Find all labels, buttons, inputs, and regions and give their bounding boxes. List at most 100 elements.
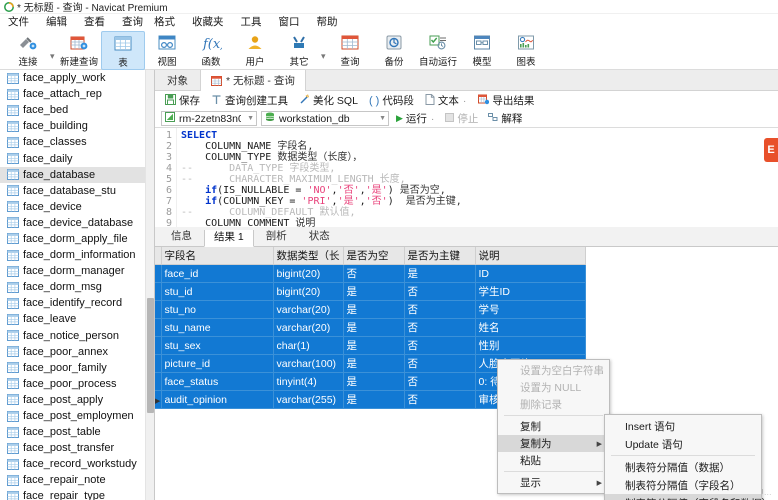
context-menu-item[interactable]: Insert 语句: [605, 417, 761, 435]
explain-button[interactable]: 解释: [485, 111, 525, 126]
grid-cell[interactable]: varchar(100): [273, 354, 344, 373]
menu-query[interactable]: 查询: [122, 14, 152, 29]
menu-favorites[interactable]: 收藏夹: [192, 14, 233, 29]
context-menu-item[interactable]: 制表符分隔值（数据）: [605, 458, 761, 476]
grid-cell[interactable]: varchar(255): [273, 390, 344, 409]
grid-col-field-name[interactable]: 字段名: [161, 247, 274, 265]
copy-as-submenu[interactable]: Insert 语句 Update 语句制表符分隔值（数据） 制表符分隔值（字段名） 制…: [604, 414, 772, 500]
grid-cell[interactable]: 学生ID: [475, 282, 586, 301]
toolbar-user[interactable]: 用户: [233, 31, 277, 68]
table-list-item[interactable]: face_poor_process: [0, 376, 154, 392]
grid-cell[interactable]: 否: [404, 336, 476, 355]
editor-grid-splitter[interactable]: [155, 227, 778, 230]
tab-objects[interactable]: 对象: [155, 70, 200, 90]
grid-cell[interactable]: 否: [404, 300, 476, 319]
table-list-item[interactable]: face_dorm_apply_file: [0, 231, 154, 247]
table-list[interactable]: face_apply_work face_attach_rep face_bed fa…: [0, 70, 154, 500]
table-row[interactable]: stu_no varchar(20) 是否学号: [155, 300, 586, 319]
toolbar-chart[interactable]: 图表: [504, 31, 548, 68]
table-list-item[interactable]: face_database: [0, 166, 154, 183]
grid-col-primary-key[interactable]: 是否为主键: [404, 247, 476, 265]
context-menu-item[interactable]: 显示 ▶: [498, 474, 609, 491]
grid-cell[interactable]: 是: [343, 318, 405, 337]
table-list-item[interactable]: face_record_workstudy: [0, 456, 154, 472]
query-builder-button[interactable]: 查询创建工具: [207, 93, 292, 108]
table-list-item[interactable]: face_classes: [0, 134, 154, 150]
table-list-item[interactable]: face_poor_annex: [0, 344, 154, 360]
sql-line[interactable]: COLUMN_TYPE 数据类型（长度），: [181, 152, 778, 163]
grid-col-comment[interactable]: 说明: [475, 247, 586, 265]
menu-view[interactable]: 查看: [84, 14, 114, 29]
toolbar-other[interactable]: 其它: [277, 31, 321, 68]
sql-editor[interactable]: 123456789 SELECT COLUMN_NAME 字段名, COLUMN…: [155, 128, 778, 227]
grid-cell[interactable]: stu_sex: [161, 336, 274, 355]
grid-cell[interactable]: face_status: [161, 372, 274, 391]
table-list-item[interactable]: face_dorm_msg: [0, 279, 154, 295]
sql-line[interactable]: COLUMN_NAME 字段名,: [181, 141, 778, 152]
sql-line[interactable]: -- CHARACTER_MAXIMUM_LENGTH 长度,: [181, 174, 778, 185]
grid-cell[interactable]: ID: [475, 264, 586, 283]
grid-cell[interactable]: 否: [404, 318, 476, 337]
toolbar-function[interactable]: f(x) 函数: [189, 31, 233, 69]
table-list-item[interactable]: face_device_database: [0, 215, 154, 231]
menu-edit[interactable]: 编辑: [46, 14, 76, 29]
grid-cell[interactable]: 是: [343, 300, 405, 319]
save-button[interactable]: 保存: [161, 93, 204, 108]
table-list-item[interactable]: face_building: [0, 118, 154, 134]
table-list-item[interactable]: face_dorm_information: [0, 247, 154, 263]
sql-line[interactable]: if(IS_NULLABLE = 'NO','否','是') 是否为空,: [181, 185, 778, 196]
table-list-item[interactable]: face_leave: [0, 311, 154, 327]
table-list-item[interactable]: face_identify_record: [0, 295, 154, 311]
grid-cell[interactable]: 是: [343, 282, 405, 301]
table-row[interactable]: stu_name varchar(20) 是否姓名: [155, 318, 586, 337]
table-list-item[interactable]: face_dorm_manager: [0, 263, 154, 279]
sql-line[interactable]: -- COLUMN_DEFAULT 默认值,: [181, 207, 778, 218]
grid-cell[interactable]: tinyint(4): [273, 372, 344, 391]
object-list-sidebar[interactable]: face_apply_work face_attach_rep face_bed fa…: [0, 70, 155, 500]
grid-cell[interactable]: 否: [404, 282, 476, 301]
grid-context-menu[interactable]: 设置为空白字符串 设置为 NULL 删除记录 复制 复制为 ▶ 粘贴 显示 ▶: [497, 359, 610, 494]
grid-cell[interactable]: 否: [404, 354, 476, 373]
chevron-down-icon[interactable]: ▼: [247, 115, 254, 122]
toolbar-dropdown-dot-2[interactable]: ▾: [321, 51, 328, 62]
grid-cell[interactable]: stu_name: [161, 318, 274, 337]
menu-format[interactable]: 格式: [154, 14, 184, 29]
run-dropdown-separator[interactable]: ·: [430, 113, 436, 125]
connection-select[interactable]: rm-2zetn83n05wz7i ▼: [161, 111, 257, 126]
table-list-item[interactable]: face_post_transfer: [0, 440, 154, 456]
grid-cell[interactable]: 是: [404, 264, 476, 283]
context-menu-item[interactable]: 制表符分隔值（字段名）: [605, 476, 761, 494]
menu-file[interactable]: 文件: [8, 14, 38, 29]
sql-line[interactable]: COLUMN_COMMENT 说明: [181, 218, 778, 227]
table-list-item[interactable]: face_device: [0, 199, 154, 215]
context-menu-item[interactable]: 复制为 ▶: [498, 435, 609, 452]
table-list-item[interactable]: face_post_apply: [0, 392, 154, 408]
table-list-item[interactable]: face_daily: [0, 150, 154, 166]
grid-cell[interactable]: char(1): [273, 336, 344, 355]
menu-window[interactable]: 窗口: [279, 14, 309, 29]
table-row[interactable]: stu_id bigint(20) 是否学生ID: [155, 282, 586, 301]
context-menu-item[interactable]: 制表符分隔值（字段名和数据）: [605, 494, 772, 500]
text-dropdown-separator[interactable]: ·: [462, 95, 468, 107]
table-list-item[interactable]: face_database_stu: [0, 183, 154, 199]
context-menu-item[interactable]: Update 语句: [605, 435, 761, 453]
tab-untitled-query[interactable]: * 无标题 - 查询: [200, 70, 306, 91]
grid-col-data-type[interactable]: 数据类型（长: [273, 247, 344, 265]
menu-tools[interactable]: 工具: [241, 14, 271, 29]
grid-cell[interactable]: 否: [343, 264, 405, 283]
toolbar-model[interactable]: 模型: [460, 31, 504, 68]
grid-cell[interactable]: stu_id: [161, 282, 274, 301]
table-list-item[interactable]: face_repair_note: [0, 472, 154, 488]
text-button[interactable]: 文本 ·: [421, 93, 472, 108]
table-row[interactable]: stu_sex char(1) 是否性别: [155, 336, 586, 355]
chevron-down-icon-2[interactable]: ▼: [379, 115, 386, 122]
toolbar-table[interactable]: 表: [101, 31, 145, 70]
table-list-item[interactable]: face_post_employmen: [0, 408, 154, 424]
table-list-item[interactable]: face_apply_work: [0, 70, 154, 86]
grid-cell[interactable]: 是: [343, 390, 405, 409]
sidebar-scrollbar[interactable]: [145, 70, 154, 500]
table-list-item[interactable]: face_notice_person: [0, 328, 154, 344]
sql-line[interactable]: if(COLUMN_KEY = 'PRI','是','否') 是否为主键,: [181, 196, 778, 207]
grid-cell[interactable]: stu_no: [161, 300, 274, 319]
table-list-item[interactable]: face_poor_family: [0, 360, 154, 376]
